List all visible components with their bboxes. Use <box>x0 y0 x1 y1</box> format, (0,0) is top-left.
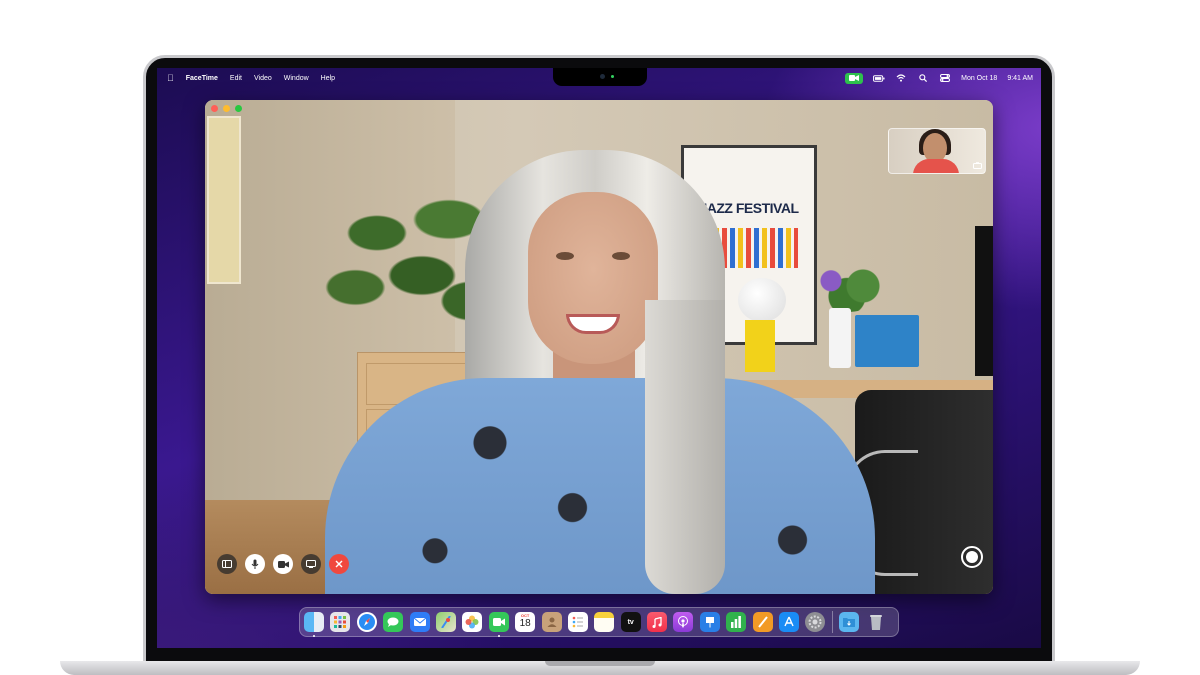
dock-maps-icon[interactable] <box>435 612 456 632</box>
facetime-active-indicator-icon[interactable] <box>845 72 864 84</box>
window-fullscreen-button[interactable] <box>235 105 242 112</box>
running-indicator <box>497 635 500 637</box>
microphone-icon <box>251 559 259 569</box>
desk-monitor <box>975 226 993 376</box>
laptop-hinge-notch <box>545 661 655 666</box>
window-minimize-button[interactable] <box>223 105 230 112</box>
running-indicator <box>313 635 315 637</box>
caller-eye <box>556 252 574 260</box>
dock-finder-icon[interactable] <box>304 612 324 637</box>
dock: OCT 18 tv <box>299 607 899 637</box>
dock-messages-icon[interactable] <box>383 612 404 632</box>
share-screen-button[interactable] <box>301 554 321 574</box>
camera-indicator-light <box>611 75 614 78</box>
close-icon <box>335 560 343 568</box>
menu-date[interactable]: Mon Oct 18 <box>961 75 997 82</box>
mute-microphone-button[interactable] <box>245 554 265 574</box>
caller-hair-strand <box>645 300 725 594</box>
dock-keynote-icon[interactable] <box>699 612 720 632</box>
dock-notes-icon[interactable] <box>594 612 615 632</box>
dock-trash-icon[interactable] <box>866 612 886 632</box>
self-view-body <box>913 159 959 173</box>
caller-eye <box>612 252 630 260</box>
dock-facetime-icon[interactable] <box>488 612 509 637</box>
flower-bouquet <box>807 260 887 312</box>
sidebar-icon <box>222 560 232 568</box>
blue-folder <box>855 315 919 367</box>
dock-downloads-folder-icon[interactable] <box>839 612 860 632</box>
dock-app-store-icon[interactable] <box>779 612 800 632</box>
dock-photos-icon[interactable] <box>462 612 483 632</box>
dock-calendar-icon[interactable]: OCT 18 <box>515 612 536 632</box>
dock-reminders-icon[interactable] <box>567 612 588 632</box>
end-call-button[interactable] <box>329 554 349 574</box>
video-camera-icon <box>277 560 289 568</box>
dock-system-preferences-icon[interactable] <box>805 612 826 632</box>
dock-mail-icon[interactable] <box>409 612 430 632</box>
control-center-icon[interactable] <box>939 73 951 83</box>
menu-time[interactable]: 9:41 AM <box>1007 75 1033 82</box>
dock-numbers-icon[interactable] <box>726 612 747 632</box>
spotlight-search-icon[interactable] <box>917 73 929 83</box>
wall-art-frame <box>207 116 241 284</box>
dock-podcasts-icon[interactable] <box>673 612 694 632</box>
caller-sweater <box>325 378 875 594</box>
lamp-globe <box>738 278 786 322</box>
shutter-icon <box>966 551 978 563</box>
menu-video[interactable]: Video <box>254 75 272 82</box>
caller-smile <box>566 314 620 334</box>
battery-icon[interactable] <box>873 73 885 83</box>
apple-menu-icon[interactable]:  <box>167 73 174 83</box>
dock-pages-icon[interactable] <box>752 612 773 632</box>
dock-music-icon[interactable] <box>647 612 668 632</box>
camera-toggle-button[interactable] <box>273 554 293 574</box>
facetime-window: JAZZ FESTIVAL <box>205 100 993 594</box>
camera-flip-icon[interactable] <box>972 162 982 170</box>
caller-face <box>528 192 658 364</box>
menu-window[interactable]: Window <box>284 75 309 82</box>
window-controls <box>211 105 242 112</box>
window-close-button[interactable] <box>211 105 218 112</box>
dock-launchpad-icon[interactable] <box>330 612 351 632</box>
menu-edit[interactable]: Edit <box>230 75 242 82</box>
dock-divider <box>831 611 833 633</box>
camera-notch <box>553 68 647 86</box>
calendar-day: 18 <box>519 618 531 629</box>
call-controls <box>217 554 349 574</box>
menu-app-name[interactable]: FaceTime <box>186 75 218 82</box>
menu-help[interactable]: Help <box>321 75 335 82</box>
dock-safari-icon[interactable] <box>356 612 377 632</box>
screen-share-icon <box>306 560 316 568</box>
lamp-base <box>745 320 775 372</box>
dock-apple-tv-icon[interactable]: tv <box>620 612 641 632</box>
vase <box>829 308 851 368</box>
sidebar-toggle-button[interactable] <box>217 554 237 574</box>
camera-lens <box>600 74 605 79</box>
self-view-thumbnail[interactable] <box>888 128 986 174</box>
dock-contacts-icon[interactable] <box>541 612 562 632</box>
wifi-icon[interactable] <box>895 73 907 83</box>
apple-tv-label: tv <box>627 618 634 626</box>
live-photo-shutter-button[interactable] <box>961 546 983 568</box>
